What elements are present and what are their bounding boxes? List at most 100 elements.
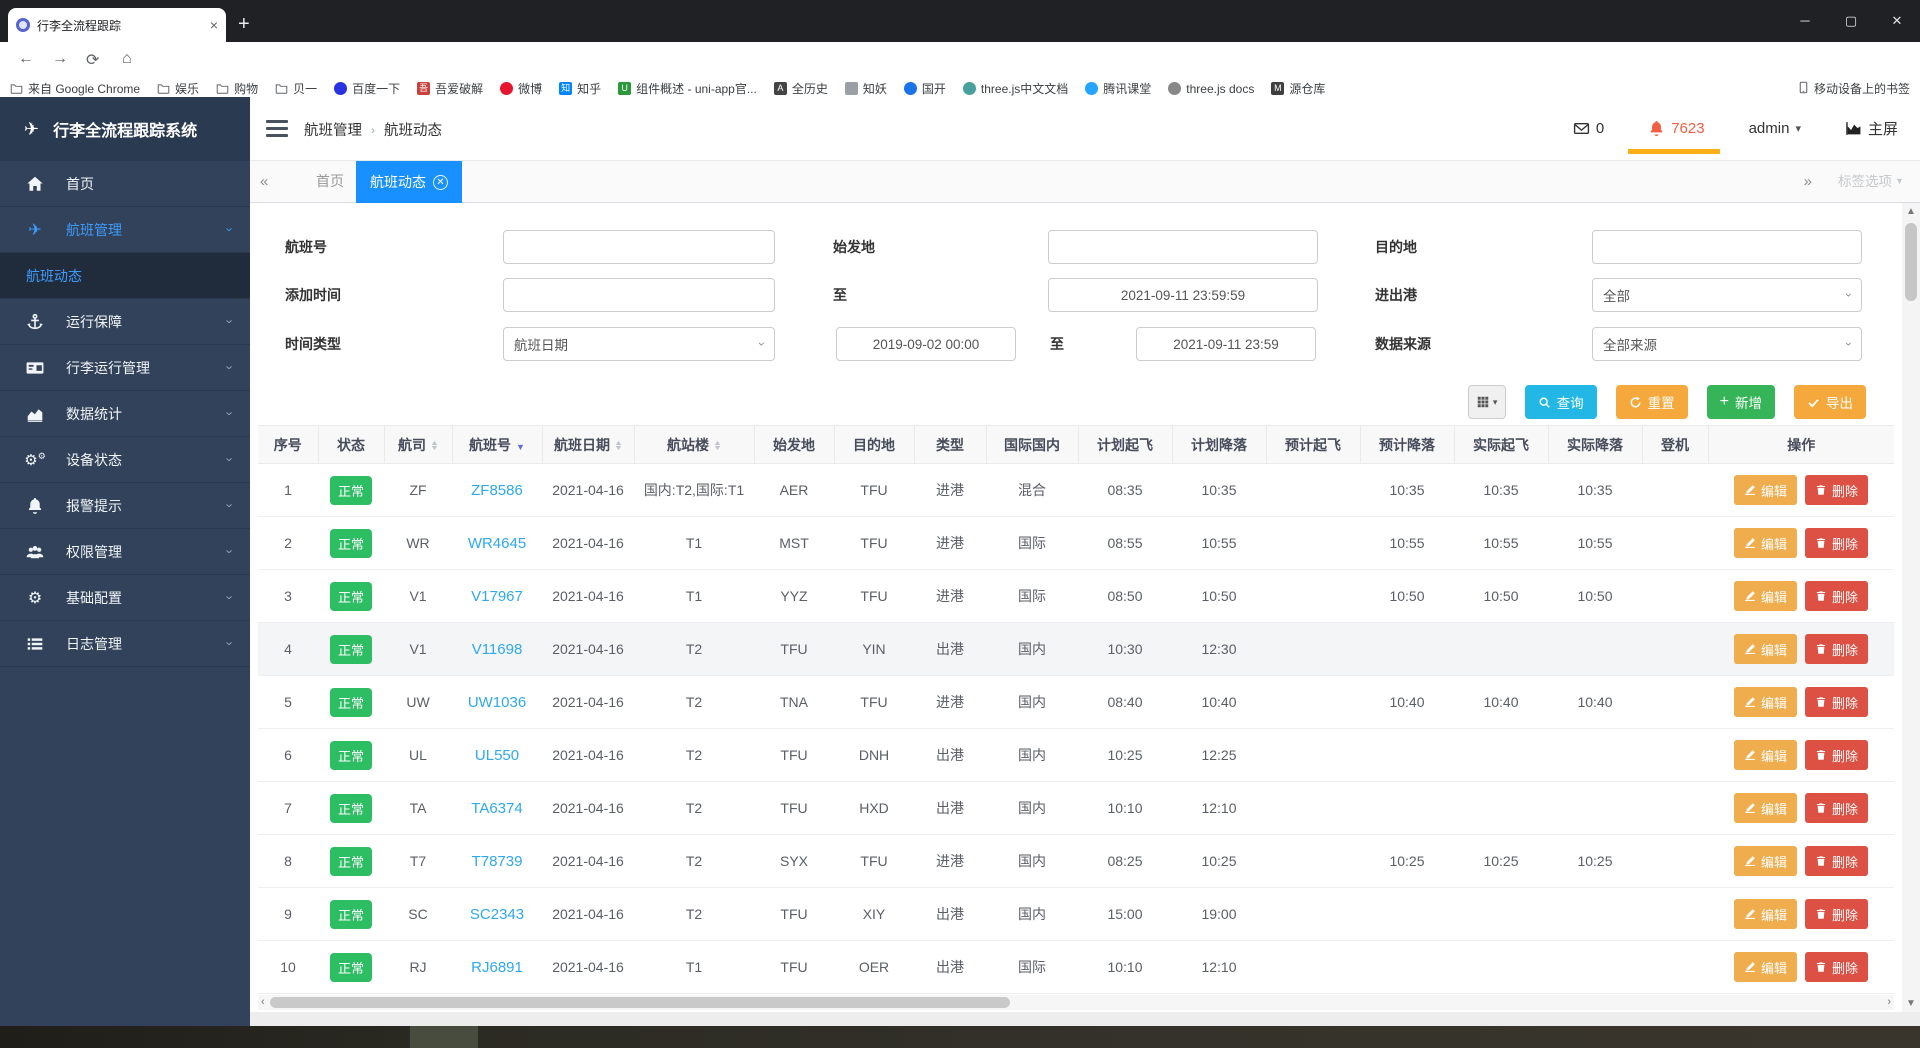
tab-close-circle-icon[interactable]: ✕: [433, 175, 448, 190]
date-to-input[interactable]: [1136, 327, 1316, 361]
edit-button[interactable]: 编辑: [1734, 740, 1797, 770]
sidebar-item-home[interactable]: 首页: [0, 161, 250, 207]
flight-no-link[interactable]: V11698: [472, 641, 523, 658]
query-button[interactable]: 查询: [1525, 385, 1597, 419]
horizontal-scroll-thumb[interactable]: [270, 997, 1010, 1008]
tabs-scroll-right-icon[interactable]: »: [1804, 161, 1810, 202]
export-button[interactable]: 导出: [1794, 385, 1866, 419]
dest-input[interactable]: [1592, 230, 1862, 264]
maximize-button[interactable]: ▢: [1828, 0, 1874, 42]
sort-icons[interactable]: ▲▼: [431, 441, 438, 451]
bookmark-item[interactable]: M源仓库: [1271, 80, 1325, 97]
delete-button[interactable]: 删除: [1805, 899, 1868, 929]
delete-button[interactable]: 删除: [1805, 846, 1868, 876]
sidebar-item-data-stats[interactable]: 数据统计›: [0, 391, 250, 437]
delete-button[interactable]: 删除: [1805, 634, 1868, 664]
delete-button[interactable]: 删除: [1805, 687, 1868, 717]
edit-button[interactable]: 编辑: [1734, 952, 1797, 982]
time-type-select[interactable]: 航班日期›: [503, 327, 775, 361]
scroll-left-icon[interactable]: ‹: [261, 995, 265, 1010]
main-screen-link[interactable]: 主屏: [1845, 118, 1898, 139]
flight-no-link[interactable]: V17967: [471, 588, 523, 605]
sort-icons[interactable]: ▲▼: [714, 441, 721, 451]
column-header[interactable]: 航司▲▼: [384, 426, 452, 464]
home-icon[interactable]: ⌂: [122, 50, 132, 68]
browser-tab[interactable]: 行李全流程跟踪 ×: [8, 8, 226, 42]
reload-icon[interactable]: ⟳: [86, 50, 99, 70]
bookmark-item[interactable]: 贝一: [275, 80, 317, 97]
column-header[interactable]: 航站楼▲▼: [634, 426, 754, 464]
reset-button[interactable]: 重置: [1616, 385, 1688, 419]
breadcrumb-flight-dynamics[interactable]: 航班动态: [384, 119, 442, 140]
add-time-end-input[interactable]: [1048, 278, 1318, 312]
edit-button[interactable]: 编辑: [1734, 528, 1797, 558]
tab-options-dropdown[interactable]: 标签选项▾: [1838, 161, 1902, 202]
date-from-input[interactable]: [836, 327, 1016, 361]
tabs-scroll-left-icon[interactable]: «: [260, 161, 266, 202]
taskbar-item[interactable]: [410, 1026, 478, 1048]
sidebar-item-alarm[interactable]: 报警提示›: [0, 483, 250, 529]
edit-button[interactable]: 编辑: [1734, 475, 1797, 505]
close-button[interactable]: ✕: [1874, 0, 1920, 42]
sidebar-item-log-mgmt[interactable]: 日志管理›: [0, 621, 250, 667]
bookmark-item[interactable]: A全历史: [774, 80, 828, 97]
bookmark-item[interactable]: three.js docs: [1168, 82, 1254, 96]
forward-icon[interactable]: →: [52, 50, 68, 68]
edit-button[interactable]: 编辑: [1734, 899, 1797, 929]
delete-button[interactable]: 删除: [1805, 793, 1868, 823]
flight-no-link[interactable]: WR4645: [468, 535, 526, 552]
bookmark-item[interactable]: 来自 Google Chrome: [10, 80, 140, 97]
delete-button[interactable]: 删除: [1805, 740, 1868, 770]
column-header[interactable]: 航班号▼: [452, 426, 542, 464]
flight-no-input[interactable]: [503, 230, 775, 264]
flight-no-link[interactable]: RJ6891: [471, 959, 523, 976]
flight-no-link[interactable]: UW1036: [468, 694, 526, 711]
flight-no-link[interactable]: SC2343: [470, 906, 524, 923]
delete-button[interactable]: 删除: [1805, 475, 1868, 505]
delete-button[interactable]: 删除: [1805, 581, 1868, 611]
bookmark-item[interactable]: 国开: [904, 80, 946, 97]
sidebar-item-base-config[interactable]: ⚙基础配置›: [0, 575, 250, 621]
user-menu[interactable]: admin ▾: [1749, 120, 1801, 137]
menu-toggle-icon[interactable]: [266, 120, 288, 137]
mobile-bookmarks[interactable]: 移动设备上的书签: [1797, 80, 1910, 97]
sort-desc-icon[interactable]: ▼: [516, 442, 525, 452]
origin-input[interactable]: [1048, 230, 1318, 264]
inout-select[interactable]: 全部›: [1592, 278, 1862, 312]
edit-button[interactable]: 编辑: [1734, 793, 1797, 823]
flight-no-link[interactable]: ZF8586: [471, 482, 523, 499]
columns-toggle-button[interactable]: ▾: [1468, 385, 1506, 419]
sidebar-item-permissions[interactable]: 权限管理›: [0, 529, 250, 575]
bookmark-item[interactable]: 吾吾爱破解: [417, 80, 483, 97]
edit-button[interactable]: 编辑: [1734, 634, 1797, 664]
mail-indicator[interactable]: 0: [1573, 120, 1604, 137]
tab-close-icon[interactable]: ×: [210, 17, 218, 33]
edit-button[interactable]: 编辑: [1734, 581, 1797, 611]
bookmark-item[interactable]: 百度一下: [334, 80, 400, 97]
add-time-input[interactable]: [503, 278, 775, 312]
add-button[interactable]: + 新增: [1707, 385, 1775, 419]
delete-button[interactable]: 删除: [1805, 952, 1868, 982]
vertical-scroll-thumb[interactable]: [1905, 223, 1917, 301]
sidebar-subitem-flight-dynamics[interactable]: 航班动态: [0, 253, 250, 299]
new-tab-button[interactable]: +: [238, 10, 250, 38]
sidebar-item-device-status[interactable]: ⚙⚙设备状态›: [0, 437, 250, 483]
bookmark-item[interactable]: three.js中文文档: [963, 80, 1068, 97]
scroll-down-icon[interactable]: ▼: [1902, 998, 1920, 1009]
flight-no-link[interactable]: UL550: [475, 747, 519, 764]
sidebar-item-flight-mgmt[interactable]: ✈航班管理›: [0, 207, 250, 253]
bookmark-item[interactable]: 微博: [500, 80, 542, 97]
delete-button[interactable]: 删除: [1805, 528, 1868, 558]
bookmark-item[interactable]: 购物: [216, 80, 258, 97]
edit-button[interactable]: 编辑: [1734, 687, 1797, 717]
column-header[interactable]: 航班日期▲▼: [542, 426, 634, 464]
bookmark-item[interactable]: 知知乎: [559, 80, 601, 97]
alert-indicator[interactable]: 7623: [1648, 120, 1704, 137]
horizontal-scrollbar[interactable]: ‹ ›: [258, 995, 1894, 1010]
scroll-right-icon[interactable]: ›: [1887, 995, 1891, 1010]
flight-no-link[interactable]: TA6374: [471, 800, 522, 817]
breadcrumb-flight-mgmt[interactable]: 航班管理: [304, 119, 362, 140]
source-select[interactable]: 全部来源›: [1592, 327, 1862, 361]
back-icon[interactable]: ←: [18, 50, 34, 68]
minimize-button[interactable]: ─: [1782, 0, 1828, 42]
